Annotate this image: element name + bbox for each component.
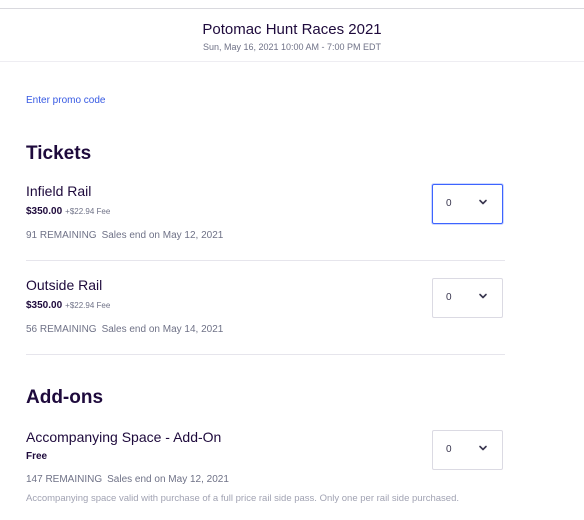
addon-meta: 147 REMAINING Sales end on May 12, 2021 (26, 474, 229, 486)
ticket-meta: 56 REMAINING Sales end on May 14, 2021 (26, 324, 223, 336)
addons-section-title: Add-ons (26, 387, 104, 408)
ticket-sales-end: Sales end on May 12, 2021 (101, 230, 224, 241)
quantity-value: 0 (446, 292, 452, 303)
addon-remaining: 147 REMAINING (26, 474, 103, 485)
ticket-sales-end: Sales end on May 14, 2021 (101, 324, 224, 335)
event-date: Sun, May 16, 2021 10:00 AM - 7:00 PM EDT (202, 42, 382, 52)
chevron-down-icon (479, 199, 487, 205)
addon-price: Free (26, 451, 48, 462)
ticket-quantity-select[interactable]: 0 (432, 184, 503, 224)
ticket-price-line: $350.00 +$22.94 Fee (26, 300, 110, 312)
ticket-price-line: $350.00 +$22.94 Fee (26, 206, 110, 218)
chevron-down-icon (479, 293, 487, 299)
addon-description: Accompanying space valid with purchase o… (26, 493, 460, 504)
ticket-divider (26, 260, 505, 261)
addon-quantity-select[interactable]: 0 (432, 430, 503, 470)
event-header: Potomac Hunt Races 2021 Sun, May 16, 202… (0, 9, 584, 62)
ticket-meta: 91 REMAINING Sales end on May 12, 2021 (26, 230, 223, 242)
ticket-fee: +$22.94 Fee (65, 207, 111, 216)
event-title: Potomac Hunt Races 2021 (202, 21, 382, 38)
chevron-down-icon (479, 445, 487, 451)
ticket-name: Infield Rail (26, 183, 92, 199)
promo-code-link[interactable]: Enter promo code (26, 95, 106, 106)
ticket-remaining: 91 REMAINING (26, 230, 97, 241)
addon-name: Accompanying Space - Add-On (26, 429, 222, 445)
addon-price-line: Free (26, 451, 47, 463)
ticket-remaining: 56 REMAINING (26, 324, 97, 335)
ticket-quantity-select[interactable]: 0 (432, 278, 503, 318)
quantity-value: 0 (446, 444, 452, 455)
addon-sales-end: Sales end on May 12, 2021 (107, 474, 229, 485)
ticket-price: $350.00 (26, 206, 63, 217)
quantity-value: 0 (446, 198, 452, 209)
ticket-divider (26, 354, 505, 355)
ticket-price: $350.00 (26, 300, 63, 311)
ticket-name: Outside Rail (26, 277, 103, 293)
tickets-section-title: Tickets (26, 143, 92, 164)
ticket-fee: +$22.94 Fee (65, 301, 111, 310)
